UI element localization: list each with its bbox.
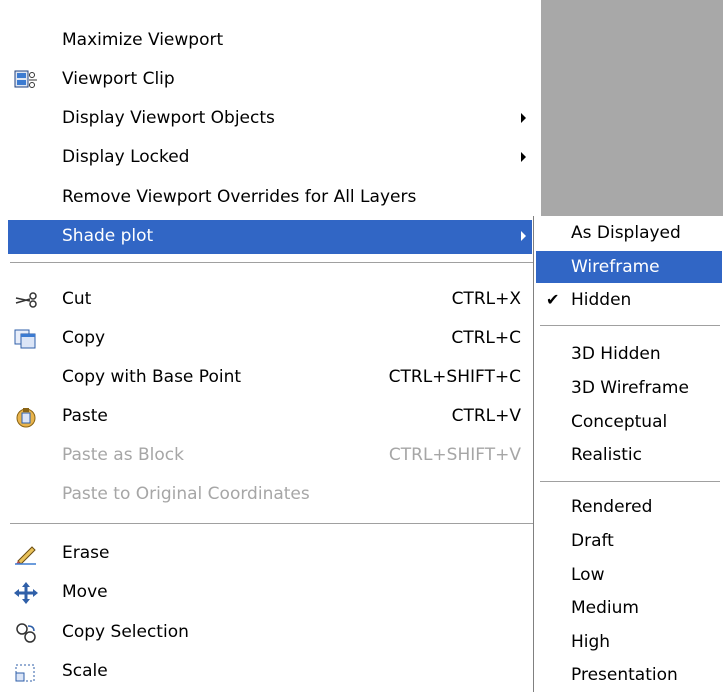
menu-item-paste-to-original-coordinates[interactable]: Paste to Original Coordinates (8, 478, 532, 512)
submenu-item-as-displayed[interactable]: As Displayed (536, 217, 722, 249)
scale-icon (14, 661, 38, 683)
menu-item-label: Maximize Viewport (62, 30, 224, 50)
eraser-pencil-icon (14, 543, 38, 565)
menu-item-move[interactable]: Move (8, 576, 532, 610)
menu-item-remove-viewport-overrides[interactable]: Remove Viewport Overrides for All Layers (8, 181, 532, 215)
submenu-item-label: Medium (571, 598, 639, 618)
submenu-arrow-icon (521, 152, 526, 162)
menu-item-shortcut: CTRL+SHIFT+V (388, 445, 521, 465)
copy-icon (14, 328, 38, 350)
submenu-item-label: Presentation (571, 665, 678, 685)
menu-separator (10, 262, 536, 264)
submenu-item-label: Hidden (571, 290, 632, 310)
context-menu: Maximize Viewport Viewport Clip Display … (0, 0, 540, 692)
menu-item-copy-with-base-point[interactable]: Copy with Base Point CTRL+SHIFT+C (8, 361, 532, 395)
menu-item-label: Copy with Base Point (62, 367, 242, 387)
copy-selection-icon (14, 622, 38, 644)
menu-item-label: Display Locked (62, 147, 190, 167)
submenu-item-draft[interactable]: Draft (536, 525, 722, 557)
submenu-item-label: 3D Hidden (571, 344, 661, 364)
menu-item-shade-plot[interactable]: Shade plot (8, 220, 532, 254)
submenu-arrow-icon (521, 113, 526, 123)
menu-item-cut[interactable]: Cut CTRL+X (8, 283, 532, 317)
menu-item-label: Copy (62, 328, 106, 348)
submenu-item-conceptual[interactable]: Conceptual (536, 406, 722, 438)
shade-plot-submenu: As Displayed Wireframe ✔ Hidden 3D Hidde… (533, 216, 723, 692)
paste-icon (14, 406, 38, 428)
menu-item-paste-as-block[interactable]: Paste as Block CTRL+SHIFT+V (8, 439, 532, 473)
submenu-arrow-icon (521, 231, 526, 241)
submenu-item-medium[interactable]: Medium (536, 592, 722, 624)
submenu-item-hidden[interactable]: ✔ Hidden (536, 284, 722, 316)
submenu-item-label: 3D Wireframe (571, 378, 689, 398)
menu-item-label: Paste to Original Coordinates (62, 484, 310, 504)
submenu-item-label: Draft (571, 531, 614, 551)
menu-item-scale[interactable]: Scale (8, 655, 532, 689)
drawing-area-backdrop (541, 0, 723, 216)
submenu-item-realistic[interactable]: Realistic (536, 439, 722, 471)
menu-item-label: Remove Viewport Overrides for All Layers (62, 187, 417, 207)
submenu-item-3d-wireframe[interactable]: 3D Wireframe (536, 372, 722, 404)
submenu-item-high[interactable]: High (536, 626, 722, 658)
submenu-item-label: Rendered (571, 497, 653, 517)
menu-separator (10, 523, 536, 525)
menu-item-label: Move (62, 582, 108, 602)
submenu-item-label: Low (571, 565, 605, 585)
submenu-item-label: Wireframe (571, 257, 660, 277)
submenu-item-label: High (571, 632, 611, 652)
menu-item-copy[interactable]: Copy CTRL+C (8, 322, 532, 356)
submenu-item-presentation[interactable]: Presentation (536, 659, 722, 691)
menu-item-label: Cut (62, 289, 92, 309)
submenu-item-label: Realistic (571, 445, 642, 465)
menu-item-label: Paste (62, 406, 108, 426)
scissors-icon (14, 289, 38, 311)
menu-item-label: Display Viewport Objects (62, 108, 275, 128)
menu-item-viewport-clip[interactable]: Viewport Clip (8, 63, 532, 97)
menu-item-display-viewport-objects[interactable]: Display Viewport Objects (8, 102, 532, 136)
menu-item-label: Viewport Clip (62, 69, 175, 89)
menu-item-erase[interactable]: Erase (8, 537, 532, 571)
viewport-clip-icon (14, 69, 38, 91)
menu-item-label: Paste as Block (62, 445, 184, 465)
menu-item-label: Scale (62, 661, 108, 681)
checkmark-icon: ✔ (546, 290, 560, 309)
menu-item-display-locked[interactable]: Display Locked (8, 141, 532, 175)
menu-item-shortcut: CTRL+X (451, 289, 521, 309)
menu-item-paste[interactable]: Paste CTRL+V (8, 400, 532, 434)
submenu-item-label: As Displayed (571, 223, 681, 243)
menu-item-maximize-viewport[interactable]: Maximize Viewport (8, 24, 532, 58)
submenu-separator (540, 325, 720, 327)
submenu-item-rendered[interactable]: Rendered (536, 491, 722, 523)
menu-item-shortcut: CTRL+C (451, 328, 521, 348)
menu-item-label: Shade plot (62, 226, 154, 246)
menu-item-shortcut: CTRL+V (451, 406, 521, 426)
submenu-item-wireframe[interactable]: Wireframe (536, 251, 722, 283)
submenu-item-3d-hidden[interactable]: 3D Hidden (536, 338, 722, 370)
move-arrows-icon (14, 582, 38, 604)
menu-item-label: Copy Selection (62, 622, 189, 642)
menu-item-label: Erase (62, 543, 110, 563)
submenu-item-low[interactable]: Low (536, 559, 722, 591)
submenu-item-label: Conceptual (571, 412, 668, 432)
submenu-separator (540, 481, 720, 483)
menu-item-shortcut: CTRL+SHIFT+C (388, 367, 521, 387)
menu-item-copy-selection[interactable]: Copy Selection (8, 616, 532, 650)
